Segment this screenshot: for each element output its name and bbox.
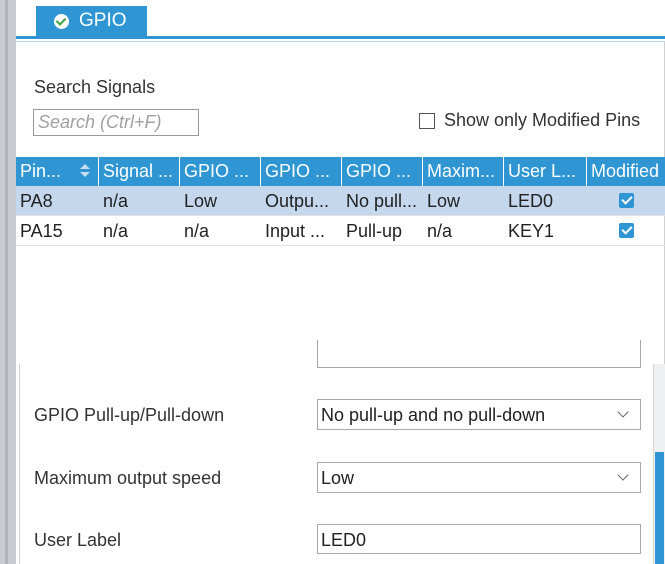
column-header-user-label[interactable]: User L... bbox=[504, 157, 587, 186]
search-input[interactable] bbox=[33, 109, 199, 136]
left-panel-splitter[interactable] bbox=[5, 0, 8, 564]
tab-label: GPIO bbox=[79, 10, 127, 31]
cell-mode: Input ... bbox=[265, 221, 326, 241]
gpio-pin-table: Pin... Signal ... GPIO ... GPIO ... GPIO… bbox=[16, 157, 665, 246]
chevron-down-icon bbox=[618, 471, 628, 481]
table-row[interactable]: PA8 n/a Low Outpu... No pull... Low LED0 bbox=[16, 186, 665, 216]
column-header-gpio-output-level[interactable]: GPIO ... bbox=[180, 157, 261, 186]
column-header-modified[interactable]: Modified bbox=[587, 157, 665, 186]
show-modified-toggle[interactable]: Show only Modified Pins bbox=[419, 110, 640, 131]
speed-select[interactable]: Low bbox=[317, 462, 641, 493]
cell-pin: PA15 bbox=[20, 221, 63, 241]
column-header-gpio-mode[interactable]: GPIO ... bbox=[261, 157, 342, 186]
cell-speed: n/a bbox=[427, 221, 453, 241]
cell-pull: No pull... bbox=[346, 191, 418, 211]
cell-mode: Outpu... bbox=[265, 191, 330, 211]
show-modified-label: Show only Modified Pins bbox=[444, 110, 641, 130]
search-label: Search Signals bbox=[34, 77, 156, 97]
cell-modified bbox=[587, 216, 665, 245]
modified-checkbox-icon[interactable] bbox=[618, 223, 634, 238]
modified-checkbox-icon[interactable] bbox=[618, 193, 634, 208]
cell-output-level: n/a bbox=[184, 221, 210, 241]
cell-modified bbox=[587, 186, 665, 215]
cell-signal: n/a bbox=[103, 191, 129, 211]
cell-user-label: LED0 bbox=[508, 191, 554, 211]
cell-pull: Pull-up bbox=[346, 221, 403, 241]
cell-user-label: KEY1 bbox=[508, 221, 555, 241]
user-label-input[interactable]: LED0 bbox=[317, 524, 641, 554]
panel-left-border bbox=[19, 364, 20, 564]
pull-select-value: No pull-up and no pull-down bbox=[321, 405, 546, 425]
table-header: Pin... Signal ... GPIO ... GPIO ... GPIO… bbox=[16, 157, 665, 186]
column-header-gpio-pull[interactable]: GPIO ... bbox=[342, 157, 423, 186]
show-modified-checkbox[interactable] bbox=[419, 112, 435, 129]
cell-signal: n/a bbox=[103, 221, 129, 241]
cell-pin: PA8 bbox=[20, 191, 53, 211]
speed-label: Maximum output speed bbox=[34, 468, 222, 488]
column-header-pin[interactable]: Pin... bbox=[16, 157, 99, 186]
pull-label: GPIO Pull-up/Pull-down bbox=[34, 405, 225, 425]
pull-select[interactable]: No pull-up and no pull-down bbox=[317, 399, 641, 430]
column-header-max-speed[interactable]: Maxim... bbox=[423, 157, 504, 186]
tab-divider bbox=[16, 41, 665, 42]
gpio-mode-select-partial[interactable] bbox=[317, 340, 641, 368]
tab-underline bbox=[16, 36, 665, 39]
tab-gpio[interactable]: GPIO bbox=[36, 6, 147, 36]
chevron-down-icon bbox=[618, 408, 628, 418]
check-circle-icon bbox=[54, 13, 69, 29]
speed-select-value: Low bbox=[321, 468, 355, 488]
cell-speed: Low bbox=[427, 191, 461, 211]
table-row[interactable]: PA15 n/a n/a Input ... Pull-up n/a KEY1 bbox=[16, 216, 665, 246]
cell-output-level: Low bbox=[184, 191, 218, 211]
left-panel-edge bbox=[0, 0, 16, 564]
tab-strip: GPIO bbox=[16, 0, 665, 40]
user-label-label: User Label bbox=[34, 530, 122, 550]
scrollbar-thumb[interactable] bbox=[655, 452, 664, 564]
column-header-signal[interactable]: Signal ... bbox=[99, 157, 180, 186]
sort-icon[interactable] bbox=[80, 164, 90, 178]
